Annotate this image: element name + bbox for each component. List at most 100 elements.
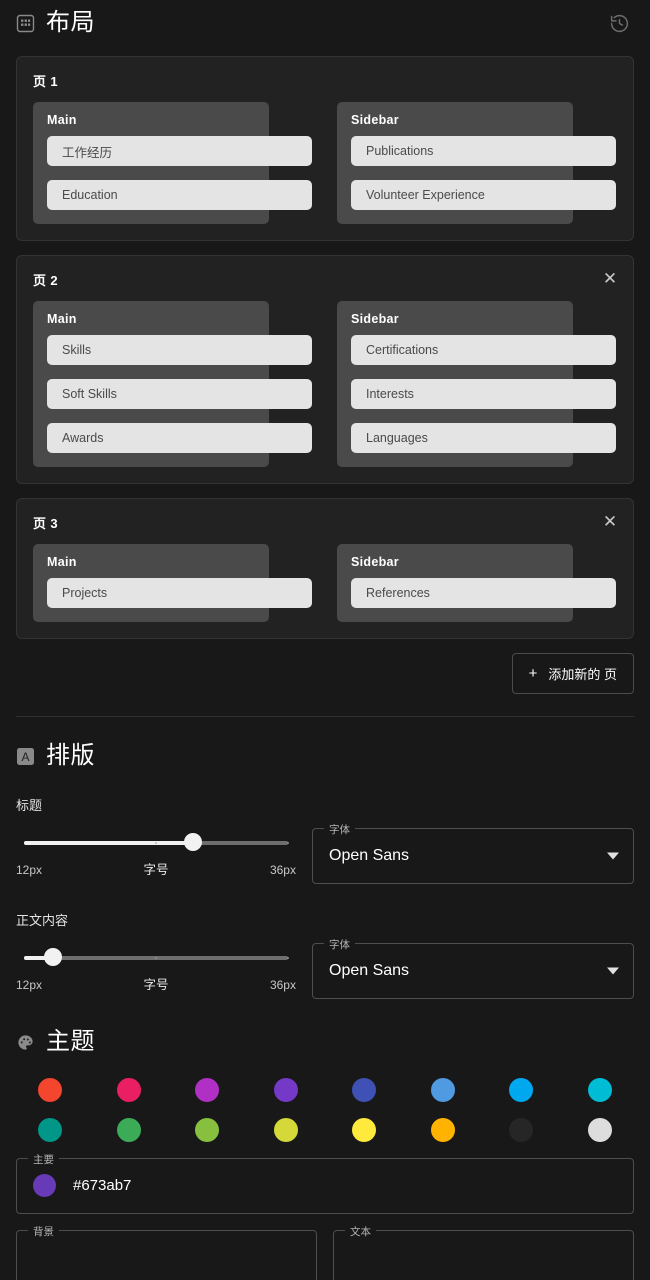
dashboard-grid-icon <box>16 14 35 33</box>
add-page-row: + 添加新的 页 <box>0 653 650 694</box>
page-card-header: 页 1 <box>33 71 617 90</box>
primary-color-field[interactable]: 主要 #673ab7 <box>16 1151 634 1214</box>
section-chip[interactable]: Languages <box>351 423 616 453</box>
primary-color-swatch[interactable] <box>33 1174 56 1198</box>
column-title: Main <box>47 555 77 569</box>
page-columns: Main 工作经历 Education Sidebar Publications Volu… <box>33 102 617 224</box>
page-columns: Main Skills Soft Skills Awards Sidebar Certif… <box>33 301 617 467</box>
section-chip[interactable]: Projects <box>47 578 312 608</box>
close-icon[interactable]: ✕ <box>599 267 621 289</box>
font-family-select[interactable]: 字体 Open Sans <box>312 822 634 885</box>
color-swatch[interactable] <box>38 1117 62 1142</box>
section-chip[interactable]: Volunteer Experience <box>351 180 616 210</box>
page-label: 页 3 <box>33 516 59 531</box>
slider-thumb[interactable] <box>183 833 202 852</box>
typography-section-title: 排版 <box>46 742 95 769</box>
history-restore-icon[interactable] <box>604 8 634 38</box>
font-family-value: Open Sans <box>329 847 410 865</box>
layout-section-header: 布局 <box>0 8 650 38</box>
column-items: Projects <box>47 578 312 608</box>
color-swatch[interactable] <box>273 1117 298 1142</box>
svg-text:A: A <box>21 750 29 764</box>
color-swatch[interactable] <box>273 1077 298 1102</box>
color-swatch[interactable] <box>352 1117 377 1142</box>
section-chip[interactable]: References <box>351 578 616 608</box>
theme-color-legend: 文本 <box>345 1223 376 1239</box>
slider-mid-label: 字号 <box>143 863 169 878</box>
section-chip[interactable]: Skills <box>47 335 312 365</box>
pages-container: 页 1 Main 工作经历 Education Sidebar Publications V… <box>0 56 650 639</box>
theme-color-field[interactable]: 文本 <box>333 1223 634 1280</box>
font-family-value: Open Sans <box>329 962 410 980</box>
column-title: Main <box>47 312 77 326</box>
font-size-slider[interactable] <box>24 948 289 967</box>
page-card: 页 3 ✕ Main Projects Sidebar References <box>16 498 634 639</box>
typography-group-label: 标题 <box>16 798 43 814</box>
section-chip[interactable]: Interests <box>351 379 616 409</box>
layout-column: Main Skills Soft Skills Awards <box>33 301 312 467</box>
section-chip[interactable]: Education <box>47 180 312 210</box>
column-title: Sidebar <box>351 113 399 127</box>
theme-swatches <box>0 1077 650 1142</box>
color-swatch[interactable] <box>195 1117 220 1142</box>
page-card-header: 页 2 ✕ <box>33 270 617 289</box>
color-swatch[interactable] <box>195 1077 220 1102</box>
plus-icon: + <box>528 665 538 682</box>
page-columns: Main Projects Sidebar References <box>33 544 617 622</box>
color-swatch[interactable] <box>116 1077 141 1102</box>
slider-mid-label: 字号 <box>143 978 169 993</box>
slider-max-label: 36px <box>269 978 296 993</box>
theme-color-legend: 背景 <box>28 1223 59 1239</box>
layout-typography-divider <box>16 716 634 717</box>
slider-thumb[interactable] <box>44 948 63 967</box>
column-items: Publications Volunteer Experience <box>351 136 616 210</box>
slider-labels: 12px 字号 36px <box>16 974 296 993</box>
slider-min-label: 12px <box>16 863 43 878</box>
color-swatch[interactable] <box>38 1077 62 1102</box>
section-chip[interactable]: Publications <box>351 136 616 166</box>
primary-color-legend: 主要 <box>28 1151 59 1167</box>
color-swatch[interactable] <box>509 1117 534 1142</box>
page-card-header: 页 3 ✕ <box>33 513 617 532</box>
close-icon[interactable]: ✕ <box>599 510 621 532</box>
color-swatch[interactable] <box>430 1077 455 1102</box>
add-page-button[interactable]: + 添加新的 页 <box>511 653 634 694</box>
column-items: References <box>351 578 616 608</box>
page-card: 页 2 ✕ Main Skills Soft Skills Awards Sidebar Ce… <box>16 255 634 484</box>
slider-labels: 12px 字号 36px <box>16 859 296 878</box>
chevron-down-icon[interactable] <box>607 967 619 975</box>
color-swatch[interactable] <box>116 1117 141 1142</box>
color-swatch[interactable] <box>430 1117 455 1142</box>
layout-column: Main 工作经历 Education <box>33 102 312 224</box>
theme-color-field[interactable]: 背景 <box>16 1223 317 1280</box>
layout-column: Main Projects <box>33 544 312 622</box>
column-title: Sidebar <box>351 312 399 326</box>
font-size-slider-wrap: 12px 字号 36px <box>16 935 296 993</box>
layout-column: Sidebar References <box>337 544 616 622</box>
typography-groups: 标题 12px 字号 36px 字体 Open Sans 正文内容 12px 字号 36px 字体 O… <box>0 795 650 1000</box>
font-size-slider-wrap: 12px 字号 36px <box>16 820 296 878</box>
color-swatch[interactable] <box>587 1117 612 1142</box>
swatch-row <box>16 1077 634 1102</box>
settings-page: 布局 页 1 Main 工作经历 Education Sidebar Publicatio… <box>0 0 650 1280</box>
theme-section: 主题 主要 #673ab7 背景 文本 <box>0 1028 650 1280</box>
section-chip[interactable]: Certifications <box>351 335 616 365</box>
color-swatch[interactable] <box>587 1077 612 1102</box>
typography-row: 12px 字号 36px 字体 Open Sans <box>0 935 650 1000</box>
section-chip[interactable]: Soft Skills <box>47 379 312 409</box>
theme-section-header: 主题 <box>0 1028 650 1055</box>
chevron-down-icon[interactable] <box>607 852 619 860</box>
letter-a-box-icon: A <box>16 747 35 766</box>
page-label: 页 1 <box>33 74 59 89</box>
typography-section: A 排版 标题 12px 字号 36px 字体 Open Sans 正文内容 12px 字号 36… <box>0 742 650 1000</box>
column-items: Certifications Interests Languages <box>351 335 616 453</box>
color-swatch[interactable] <box>509 1077 534 1102</box>
font-size-slider[interactable] <box>24 833 289 852</box>
slider-max-label: 36px <box>269 863 296 878</box>
section-chip[interactable]: 工作经历 <box>47 136 312 166</box>
font-family-legend: 字体 <box>324 937 355 953</box>
layout-column: Sidebar Certifications Interests Languages <box>337 301 616 467</box>
section-chip[interactable]: Awards <box>47 423 312 453</box>
font-family-select[interactable]: 字体 Open Sans <box>312 937 634 1000</box>
color-swatch[interactable] <box>352 1077 377 1102</box>
